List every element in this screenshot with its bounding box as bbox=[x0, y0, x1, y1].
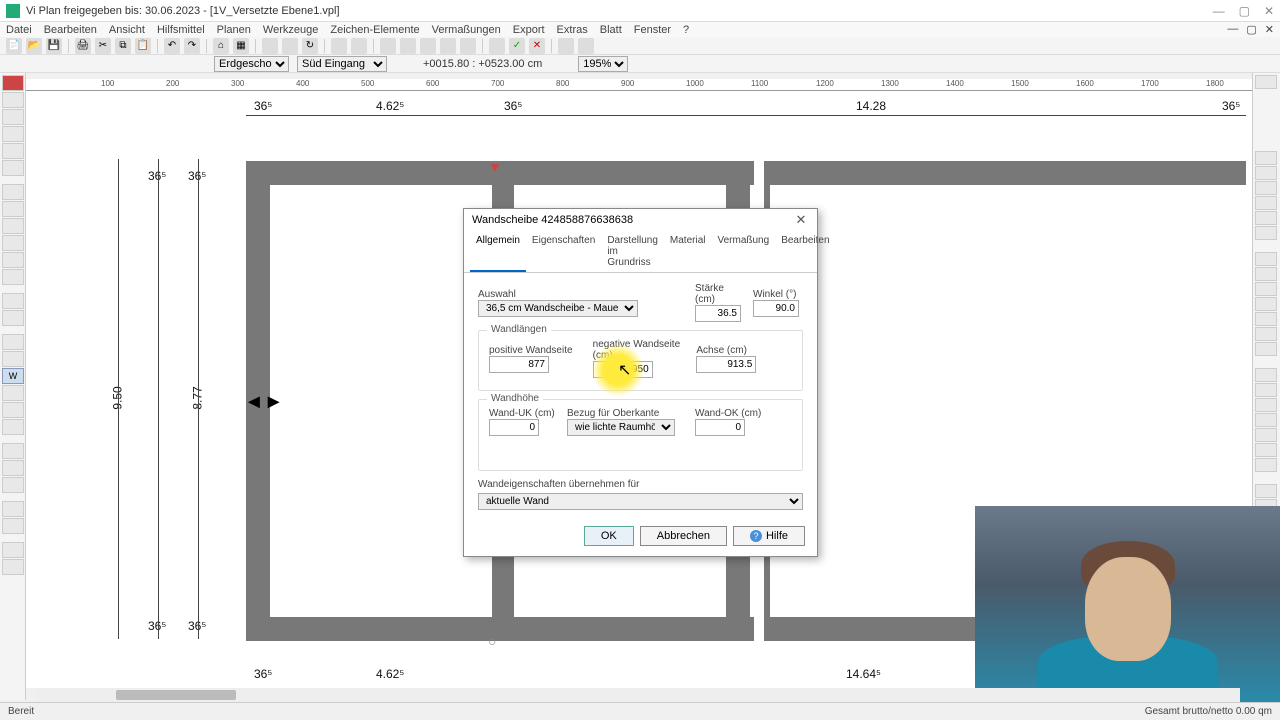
tab-allgemein[interactable]: Allgemein bbox=[470, 231, 526, 272]
pos-input[interactable] bbox=[489, 356, 549, 373]
auswahl-select[interactable]: 36,5 cm Wandscheibe - Mauerwerk bbox=[478, 300, 638, 317]
help-button[interactable]: ?Hilfe bbox=[733, 526, 805, 546]
wandlaengen-title: Wandlängen bbox=[487, 324, 551, 335]
statusbar: Bereit Gesamt brutto/netto 0.00 qm bbox=[0, 702, 1280, 720]
staerke-input[interactable] bbox=[695, 305, 741, 322]
winkel-input[interactable] bbox=[753, 300, 799, 317]
auswahl-label: Auswahl bbox=[478, 289, 687, 300]
dialog-title: Wandscheibe 424858876638638 bbox=[472, 214, 633, 226]
tab-vermassung[interactable]: Vermaßung bbox=[711, 231, 775, 272]
achse-input[interactable] bbox=[696, 356, 756, 373]
tab-bearbeiten[interactable]: Bearbeiten bbox=[775, 231, 835, 272]
bezug-label: Bezug für Oberkante bbox=[567, 408, 687, 419]
bezug-select[interactable]: wie lichte Raumhöhe bbox=[567, 419, 675, 436]
ueber-select[interactable]: aktuelle Wand bbox=[478, 493, 803, 510]
wall-properties-dialog: Wandscheibe 424858876638638 ✕ Allgemein … bbox=[463, 208, 818, 557]
status-left: Bereit bbox=[8, 706, 34, 717]
wanduk-label: Wand-UK (cm) bbox=[489, 408, 559, 419]
neg-input[interactable] bbox=[593, 361, 653, 378]
achse-label: Achse (cm) bbox=[696, 345, 792, 356]
horizontal-scrollbar[interactable] bbox=[36, 688, 1240, 702]
help-icon: ? bbox=[750, 530, 762, 542]
status-right: Gesamt brutto/netto 0.00 qm bbox=[1145, 706, 1272, 717]
dialog-close-icon[interactable]: ✕ bbox=[793, 212, 809, 228]
winkel-label: Winkel (°) bbox=[753, 289, 803, 300]
wanduk-input[interactable] bbox=[489, 419, 539, 436]
dialog-tabs: Allgemein Eigenschaften Darstellung im G… bbox=[464, 231, 817, 273]
tab-eigenschaften[interactable]: Eigenschaften bbox=[526, 231, 601, 272]
ok-button[interactable]: OK bbox=[584, 526, 634, 546]
pos-label: positive Wandseite bbox=[489, 345, 585, 356]
ueber-label: Wandeigenschaften übernehmen für bbox=[478, 479, 803, 490]
dialog-titlebar[interactable]: Wandscheibe 424858876638638 ✕ bbox=[464, 209, 817, 231]
wandok-input[interactable] bbox=[695, 419, 745, 436]
staerke-label: Stärke (cm) bbox=[695, 283, 745, 305]
tab-material[interactable]: Material bbox=[664, 231, 712, 272]
wandok-label: Wand-OK (cm) bbox=[695, 408, 765, 419]
tab-darstellung[interactable]: Darstellung im Grundriss bbox=[601, 231, 664, 272]
cancel-button[interactable]: Abbrechen bbox=[640, 526, 727, 546]
webcam-overlay bbox=[975, 506, 1280, 702]
neg-label: negative Wandseite (cm) bbox=[593, 339, 689, 361]
wandhoehe-title: Wandhöhe bbox=[487, 393, 543, 404]
scrollbar-thumb[interactable] bbox=[116, 690, 236, 700]
